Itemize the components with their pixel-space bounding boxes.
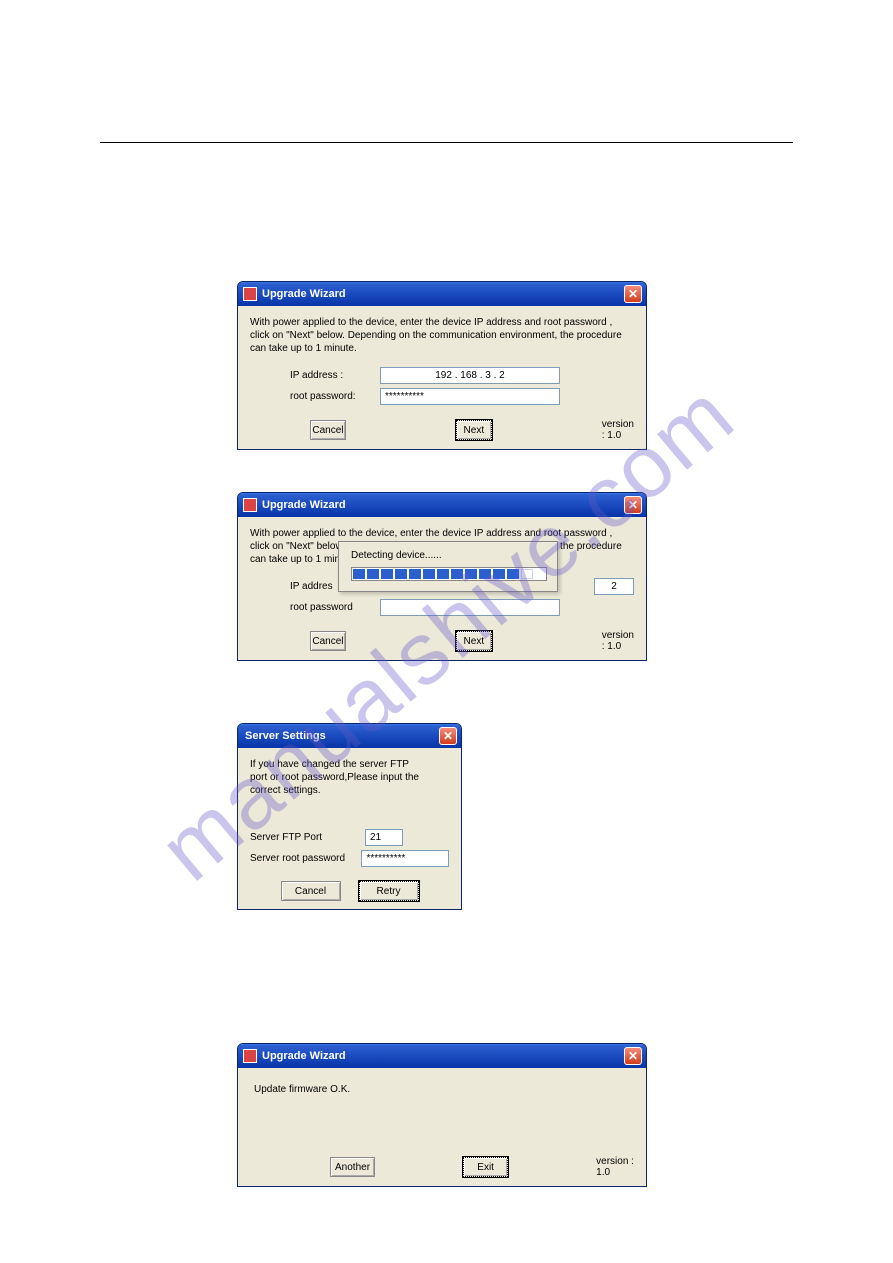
window-title: Upgrade Wizard (262, 499, 619, 511)
progress-label: Detecting device...... (351, 550, 545, 561)
cancel-button[interactable]: Cancel (310, 420, 346, 440)
ip-value: 192 . 168 . 3 . 2 (435, 370, 505, 381)
page-top-rule (100, 142, 793, 143)
server-root-password-input[interactable]: ********** (361, 850, 449, 867)
root-password-label: root password (290, 602, 380, 613)
ftp-port-input[interactable]: 21 (365, 829, 403, 846)
success-message: Update firmware O.K. (250, 1078, 634, 1101)
titlebar: Upgrade Wizard ✕ (238, 493, 646, 517)
pw-value: ********** (385, 391, 424, 402)
window-title: Upgrade Wizard (262, 288, 619, 300)
dialog-body: With power applied to the device, enter … (238, 306, 646, 449)
upgrade-wizard-dialog-success: Upgrade Wizard ✕ Update firmware O.K. An… (237, 1043, 647, 1187)
close-icon[interactable]: ✕ (439, 727, 457, 745)
version-label: version : 1.0 (602, 419, 634, 441)
progress-bar (351, 567, 547, 581)
upgrade-wizard-dialog-2: Upgrade Wizard ✕ With power applied to t… (237, 492, 647, 661)
version-label: version : 1.0 (596, 1156, 634, 1178)
dialog-body: Update firmware O.K. Another Exit versio… (238, 1068, 646, 1186)
close-icon[interactable]: ✕ (624, 285, 642, 303)
next-button[interactable]: Next (456, 631, 492, 651)
app-icon (243, 498, 257, 512)
retry-button[interactable]: Retry (359, 881, 419, 901)
close-icon[interactable]: ✕ (624, 1047, 642, 1065)
titlebar: Upgrade Wizard ✕ (238, 1044, 646, 1068)
cancel-button[interactable]: Cancel (310, 631, 346, 651)
server-settings-dialog: Server Settings ✕ If you have changed th… (237, 723, 462, 910)
exit-button[interactable]: Exit (463, 1157, 508, 1177)
ftp-port-label: Server FTP Port (250, 832, 365, 843)
close-icon[interactable]: ✕ (624, 496, 642, 514)
detecting-device-popup: Detecting device...... (338, 541, 558, 592)
app-icon (243, 287, 257, 301)
titlebar: Upgrade Wizard ✕ (238, 282, 646, 306)
titlebar: Server Settings ✕ (238, 724, 461, 748)
upgrade-wizard-dialog-1: Upgrade Wizard ✕ With power applied to t… (237, 281, 647, 450)
version-label: version : 1.0 (602, 630, 634, 652)
root-password-input[interactable] (380, 599, 560, 616)
next-button[interactable]: Next (456, 420, 492, 440)
another-button[interactable]: Another (330, 1157, 375, 1177)
pw-value: ********** (366, 853, 405, 864)
ip-address-label: IP address : (290, 370, 380, 381)
window-title: Upgrade Wizard (262, 1050, 619, 1062)
ip-address-input[interactable]: 192 . 168 . 3 . 2 (380, 367, 560, 384)
root-password-input[interactable]: ********** (380, 388, 560, 405)
server-root-password-label: Server root password (250, 853, 361, 864)
instruction-text: With power applied to the device, enter … (250, 316, 634, 355)
root-password-label: root password: (290, 391, 380, 402)
dialog-body: If you have changed the server FTP port … (238, 748, 461, 909)
app-icon (243, 1049, 257, 1063)
cancel-button[interactable]: Cancel (281, 881, 341, 901)
dialog-body: With power applied to the device, enter … (238, 517, 646, 660)
window-title: Server Settings (243, 730, 434, 742)
ip-segment-input[interactable]: 2 (594, 578, 634, 595)
ftp-value: 21 (370, 832, 381, 843)
ip-tail: 2 (611, 581, 617, 592)
instruction-text: If you have changed the server FTP port … (250, 758, 420, 797)
